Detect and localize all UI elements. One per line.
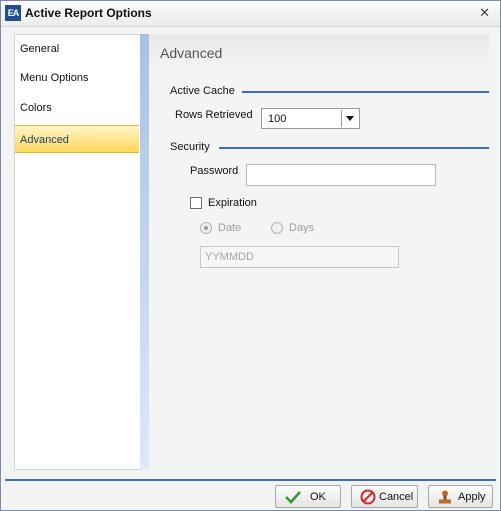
cancel-icon (360, 489, 376, 505)
cancel-button-label: Cancel (379, 491, 414, 503)
footer-divider (5, 479, 496, 481)
options-nav: General Menu Options Colors Advanced (14, 34, 142, 470)
expiration-checkbox[interactable] (190, 197, 202, 209)
cancel-button[interactable]: Cancel (351, 485, 418, 508)
active-cache-section-label: Active Cache (170, 85, 235, 97)
nav-item-label: Advanced (20, 134, 69, 146)
security-section-label: Security (170, 141, 210, 153)
advanced-panel: Advanced Active Cache Rows Retrieved 100… (149, 34, 489, 468)
ok-button[interactable]: OK (275, 485, 341, 508)
apply-button[interactable]: Apply (428, 485, 493, 508)
check-icon (285, 491, 301, 504)
chevron-down-icon[interactable] (341, 110, 358, 127)
stamp-icon (439, 490, 451, 504)
window-title: Active Report Options (25, 6, 152, 20)
title-bar: EA Active Report Options ✕ (1, 1, 500, 27)
nav-item-colors[interactable]: Colors (15, 94, 139, 122)
nav-item-label: Colors (20, 102, 52, 114)
rows-retrieved-label: Rows Retrieved (175, 109, 253, 121)
expiration-label: Expiration (208, 197, 257, 209)
close-icon[interactable]: ✕ (479, 5, 490, 21)
password-label: Password (190, 165, 239, 177)
panel-header: Advanced (149, 34, 489, 71)
date-radio-label: Date (218, 222, 242, 234)
nav-item-advanced[interactable]: Advanced (15, 125, 139, 153)
password-field[interactable] (246, 164, 436, 186)
security-divider (219, 147, 489, 149)
nav-item-label: General (20, 43, 60, 55)
rows-retrieved-value: 100 (268, 113, 287, 125)
panel-title: Advanced (160, 45, 223, 61)
active-report-options-dialog: EA Active Report Options ✕ General Menu … (0, 0, 501, 511)
active-cache-divider (242, 91, 489, 93)
date-radio[interactable] (200, 222, 212, 234)
nav-item-label: Menu Options (20, 72, 89, 84)
date-input[interactable]: YYMMDD (200, 246, 399, 268)
nav-item-menu-options[interactable]: Menu Options (15, 64, 139, 92)
panel-divider (140, 34, 149, 468)
app-logo-icon: EA (5, 5, 21, 21)
date-placeholder: YYMMDD (205, 251, 254, 263)
days-radio[interactable] (271, 222, 283, 234)
rows-retrieved-select[interactable]: 100 (261, 108, 360, 129)
apply-button-label: Apply (458, 491, 486, 503)
ok-button-label: OK (310, 491, 326, 503)
days-radio-label: Days (289, 222, 315, 234)
nav-item-general[interactable]: General (15, 35, 139, 63)
